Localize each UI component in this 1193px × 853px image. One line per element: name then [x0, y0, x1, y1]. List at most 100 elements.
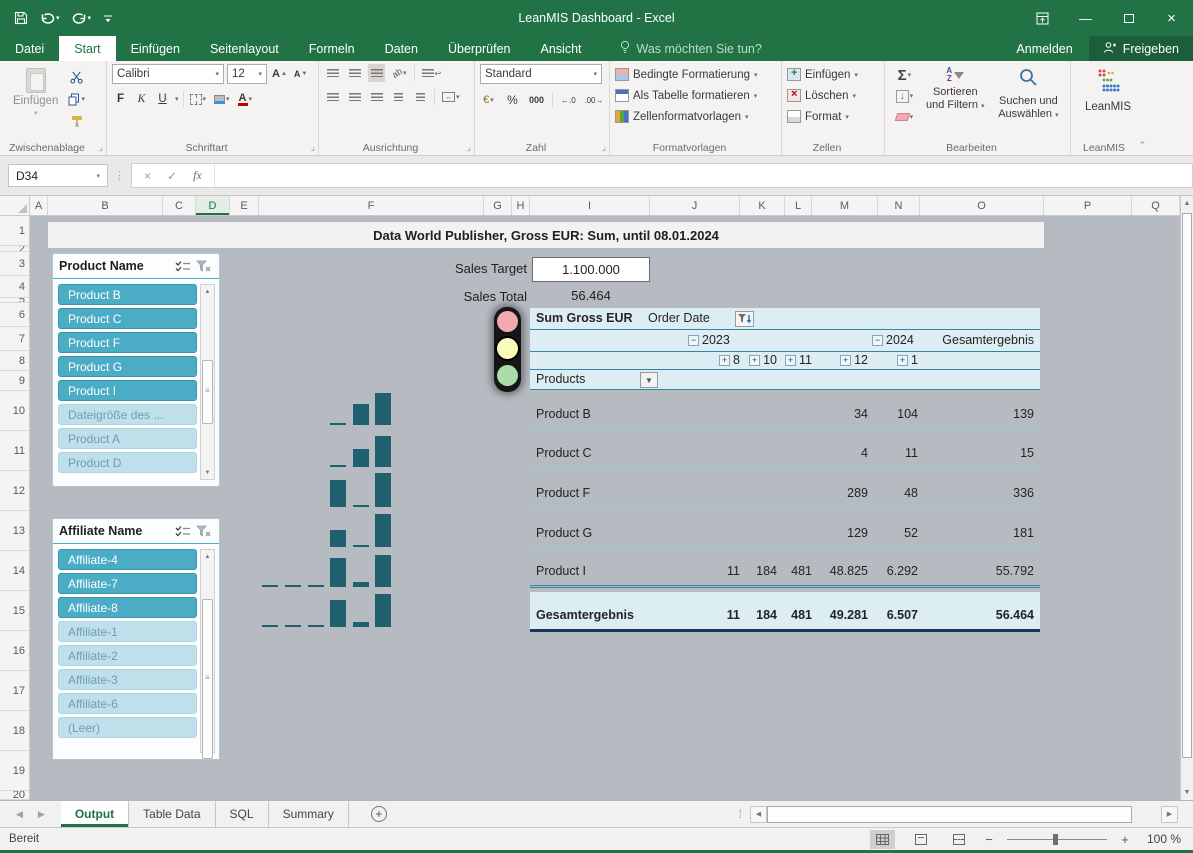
row-header-1[interactable]: 1 — [0, 216, 29, 246]
scroll-thumb[interactable] — [202, 599, 213, 759]
column-header-L[interactable]: L — [785, 196, 812, 215]
format-as-table-button[interactable]: Als Tabelle formatieren▾ — [615, 85, 776, 106]
undo-button[interactable]: ▾ — [36, 9, 64, 27]
view-normal-button[interactable] — [870, 830, 895, 849]
sheet-tab-table-data[interactable]: Table Data — [129, 801, 215, 827]
sign-in-button[interactable]: Anmelden — [1000, 36, 1088, 61]
clipboard-dialog-launcher[interactable]: ⌟ — [99, 142, 103, 153]
column-header-O[interactable]: O — [920, 196, 1044, 215]
zoom-level[interactable]: 100 % — [1143, 832, 1181, 846]
increase-font-size-button[interactable]: A▲ — [270, 65, 289, 83]
scroll-thumb[interactable] — [202, 360, 213, 424]
row-header-17[interactable]: 17 — [0, 671, 29, 711]
slicer-item-affiliate-2[interactable]: Affiliate-2 — [58, 645, 197, 666]
expand-icon[interactable]: + — [897, 355, 908, 366]
slicer-item-leer[interactable]: (Leer) — [58, 717, 197, 738]
italic-button[interactable]: K — [133, 90, 150, 108]
expand-icon[interactable]: + — [719, 355, 730, 366]
row-header-19[interactable]: 19 — [0, 751, 29, 791]
copy-button[interactable]: ▾ — [66, 90, 87, 108]
cut-button[interactable] — [66, 68, 87, 86]
save-button[interactable] — [10, 8, 32, 28]
slicer-item-product-b[interactable]: Product B — [58, 284, 197, 305]
formula-input[interactable] — [215, 164, 1192, 187]
column-header-A[interactable]: A — [30, 196, 48, 215]
month-header-11[interactable]: +11 — [785, 353, 812, 367]
slicer-item-product-a[interactable]: Product A — [58, 428, 197, 449]
column-header-P[interactable]: P — [1044, 196, 1132, 215]
traffic-light-lamp-0[interactable] — [497, 311, 518, 332]
find-select-button[interactable]: Suchen und Auswählen ▾ — [992, 64, 1065, 126]
horizontal-scrollbar[interactable]: ◀ ▶ — [750, 801, 1193, 827]
font-name-combo[interactable]: Calibri▾ — [112, 64, 224, 84]
scroll-up-arrow[interactable]: ▲ — [1184, 196, 1191, 211]
cancel-entry-button[interactable]: × — [144, 169, 151, 183]
scroll-down-arrow[interactable]: ▼ — [201, 466, 214, 479]
currency-format-button[interactable]: €▾ — [480, 91, 497, 109]
slicer-item-affiliate-1[interactable]: Affiliate-1 — [58, 621, 197, 642]
customize-quick-access-button[interactable] — [99, 10, 117, 26]
traffic-light-lamp-1[interactable] — [497, 338, 518, 359]
format-painter-button[interactable] — [66, 112, 87, 130]
row-header-20[interactable]: 20 — [0, 791, 29, 800]
ribbon-tab-berpr-fen[interactable]: Überprüfen — [433, 36, 526, 61]
view-page-break-button[interactable] — [946, 830, 971, 849]
redo-button[interactable]: ▾ — [68, 9, 96, 27]
conditional-formatting-button[interactable]: Bedingte Formatierung▾ — [615, 64, 776, 85]
month-header-12[interactable]: +12 — [840, 353, 868, 367]
align-left-button[interactable] — [324, 88, 341, 106]
slicer-item-product-f[interactable]: Product F — [58, 332, 197, 353]
column-header-Q[interactable]: Q — [1132, 196, 1180, 215]
row-header-14[interactable]: 14 — [0, 551, 29, 591]
month-header-10[interactable]: +10 — [749, 353, 777, 367]
ribbon-tab-datei[interactable]: Datei — [0, 36, 59, 61]
slicer-item-affiliate-6[interactable]: Affiliate-6 — [58, 693, 197, 714]
row-header-3[interactable]: 3 — [0, 252, 29, 276]
multi-select-button[interactable] — [173, 525, 193, 537]
fill-button[interactable]: ↓▾ — [890, 87, 919, 105]
clear-button[interactable]: ▾ — [890, 108, 919, 126]
row-header-13[interactable]: 13 — [0, 511, 29, 551]
align-bottom-button[interactable] — [368, 64, 385, 82]
previous-sheet-button[interactable]: ◀ — [16, 809, 23, 820]
expand-icon[interactable]: + — [749, 355, 760, 366]
zoom-out-button[interactable]: − — [984, 832, 994, 847]
align-right-button[interactable] — [368, 88, 385, 106]
paste-button[interactable]: Einfügen▾ — [5, 64, 66, 130]
row-header-4[interactable]: 4 — [0, 276, 29, 298]
month-header-1[interactable]: +1 — [897, 353, 918, 367]
slicer-scrollbar[interactable]: ▲▼ — [200, 284, 215, 480]
year-group-2023[interactable]: −2023 — [688, 333, 730, 347]
slicer-item-affiliate-8[interactable]: Affiliate-8 — [58, 597, 197, 618]
align-middle-button[interactable] — [346, 64, 363, 82]
column-header-C[interactable]: C — [163, 196, 196, 215]
autosum-button[interactable]: Σ▾ — [890, 66, 919, 84]
insert-function-button[interactable]: fx — [193, 168, 202, 183]
clear-filter-button[interactable] — [193, 260, 213, 273]
confirm-entry-button[interactable]: ✓ — [167, 169, 177, 183]
align-center-button[interactable] — [346, 88, 363, 106]
traffic-light-lamp-2[interactable] — [497, 365, 518, 386]
row-header-7[interactable]: 7 — [0, 327, 29, 351]
minimize-button[interactable]: — — [1064, 0, 1107, 36]
clear-filter-button[interactable] — [193, 525, 213, 538]
bold-button[interactable]: F — [112, 90, 129, 108]
maximize-button[interactable] — [1107, 0, 1150, 36]
next-sheet-button[interactable]: ▶ — [38, 809, 45, 820]
scroll-down-arrow[interactable]: ▼ — [1184, 785, 1191, 800]
expand-icon[interactable]: + — [785, 355, 796, 366]
close-button[interactable]: × — [1150, 0, 1193, 36]
delete-cells-button[interactable]: Löschen▾ — [787, 85, 879, 106]
number-format-combo[interactable]: Standard▾ — [480, 64, 602, 84]
sheet-tab-sql[interactable]: SQL — [216, 801, 269, 827]
share-button[interactable]: Freigeben — [1089, 36, 1193, 61]
font-color-button[interactable]: A▾ — [236, 90, 254, 108]
column-header-M[interactable]: M — [812, 196, 878, 215]
scroll-right-arrow[interactable]: ▶ — [1161, 806, 1178, 823]
scroll-up-arrow[interactable]: ▲ — [201, 550, 214, 563]
orientation-button[interactable]: ab▾ — [390, 64, 409, 82]
products-filter-dropdown[interactable]: ▼ — [640, 372, 658, 388]
vertical-scrollbar[interactable]: ▲ ▼ — [1180, 196, 1193, 800]
month-header-8[interactable]: +8 — [719, 353, 740, 367]
leanmis-button[interactable]: LeanMIS — [1076, 64, 1140, 118]
